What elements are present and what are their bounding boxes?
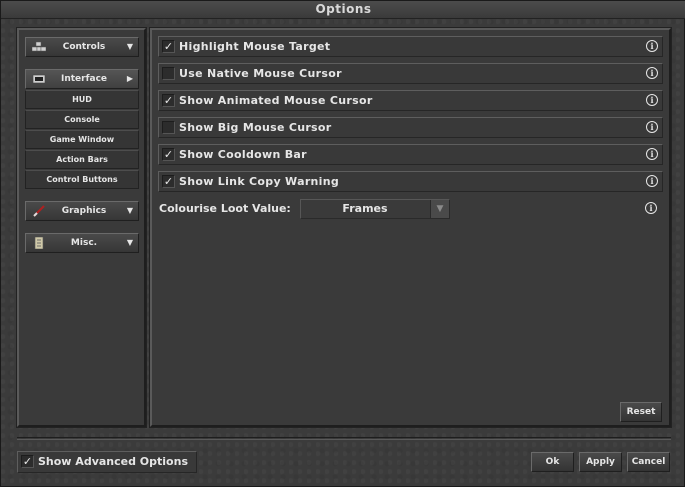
category-misc-button[interactable]: Misc. ▼ bbox=[25, 233, 139, 253]
checkbox[interactable]: ✓ bbox=[162, 94, 175, 107]
option-show-animated-mouse-cursor[interactable]: ✓ Show Animated Mouse Cursor i bbox=[158, 90, 663, 111]
option-show-big-mouse-cursor[interactable]: Show Big Mouse Cursor i bbox=[158, 117, 663, 138]
checkbox[interactable] bbox=[162, 67, 175, 80]
category-graphics-label: Graphics bbox=[61, 206, 107, 216]
info-icon[interactable]: i bbox=[646, 148, 658, 160]
ok-button[interactable]: Ok bbox=[531, 452, 574, 472]
checkbox[interactable] bbox=[162, 121, 175, 134]
option-show-cooldown-bar[interactable]: ✓ Show Cooldown Bar i bbox=[158, 144, 663, 165]
subitem-console[interactable]: Console bbox=[25, 110, 139, 129]
checkbox[interactable]: ✓ bbox=[162, 148, 175, 161]
brush-icon bbox=[32, 205, 46, 217]
show-advanced-options-label: Show Advanced Options bbox=[38, 455, 188, 468]
option-highlight-mouse-target[interactable]: ✓ Highlight Mouse Target i bbox=[158, 36, 663, 57]
option-label: Show Big Mouse Cursor bbox=[179, 121, 332, 134]
checkbox[interactable]: ✓ bbox=[21, 455, 34, 468]
chevron-right-icon: ▶ bbox=[126, 74, 133, 83]
apply-button[interactable]: Apply bbox=[579, 452, 622, 472]
chevron-down-icon: ▼ bbox=[126, 206, 133, 215]
category-misc-label: Misc. bbox=[70, 238, 98, 248]
subitem-game-window[interactable]: Game Window bbox=[25, 130, 139, 149]
info-icon[interactable]: i bbox=[646, 40, 658, 52]
show-advanced-options[interactable]: ✓ Show Advanced Options bbox=[17, 451, 197, 473]
category-interface-label: Interface bbox=[60, 74, 108, 84]
checkbox[interactable]: ✓ bbox=[162, 175, 175, 188]
window-title: Options bbox=[1, 1, 685, 19]
keyboard-icon bbox=[31, 41, 47, 53]
option-label: Use Native Mouse Cursor bbox=[179, 67, 342, 80]
chevron-down-icon: ▼ bbox=[126, 238, 133, 247]
chevron-down-icon: ▼ bbox=[126, 42, 133, 51]
info-icon[interactable]: i bbox=[646, 121, 658, 133]
info-icon[interactable]: i bbox=[646, 67, 658, 79]
colourise-loot-label: Colourise Loot Value: bbox=[159, 202, 291, 215]
subitem-action-bars[interactable]: Action Bars bbox=[25, 150, 139, 169]
subitem-control-buttons[interactable]: Control Buttons bbox=[25, 170, 139, 189]
option-label: Show Animated Mouse Cursor bbox=[179, 94, 373, 107]
settings-panel bbox=[149, 27, 672, 428]
category-graphics-button[interactable]: Graphics ▼ bbox=[25, 201, 139, 221]
info-icon[interactable]: i bbox=[646, 94, 658, 106]
info-icon[interactable]: i bbox=[646, 175, 658, 187]
cancel-button[interactable]: Cancel bbox=[627, 452, 670, 472]
category-controls-button[interactable]: Controls ▼ bbox=[25, 37, 139, 57]
option-label: Show Cooldown Bar bbox=[179, 148, 307, 161]
scroll-icon bbox=[32, 236, 46, 250]
category-interface-button[interactable]: Interface ▶ bbox=[25, 69, 139, 89]
option-show-link-copy-warning[interactable]: ✓ Show Link Copy Warning i bbox=[158, 171, 663, 192]
option-use-native-mouse-cursor[interactable]: Use Native Mouse Cursor i bbox=[158, 63, 663, 84]
option-label: Show Link Copy Warning bbox=[179, 175, 340, 188]
info-icon[interactable]: i bbox=[645, 202, 657, 214]
subitem-hud[interactable]: HUD bbox=[25, 90, 139, 109]
reset-button[interactable]: Reset bbox=[620, 402, 662, 422]
divider bbox=[17, 437, 671, 440]
checkbox[interactable]: ✓ bbox=[162, 40, 175, 53]
options-window: Options Controls ▼ Interface ▶ HUD Conso… bbox=[0, 0, 685, 487]
option-label: Highlight Mouse Target bbox=[179, 40, 331, 53]
category-controls-label: Controls bbox=[62, 42, 106, 52]
chevron-down-icon[interactable]: ▼ bbox=[430, 200, 449, 218]
dropdown-value: Frames bbox=[342, 202, 388, 215]
colourise-loot-dropdown[interactable]: Frames ▼ bbox=[300, 199, 450, 219]
monitor-icon bbox=[32, 73, 46, 85]
